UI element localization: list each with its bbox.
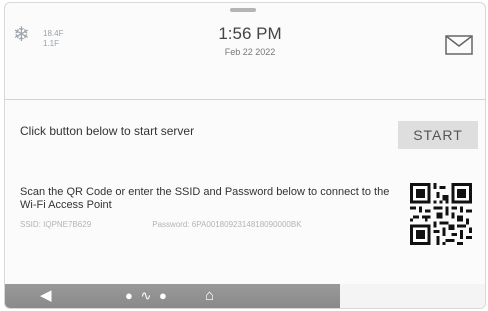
ssid-text: SSID: IQPNE7B629 (20, 220, 92, 229)
weather-temps: 18.4F 1.1F (43, 29, 63, 49)
qr-code (410, 183, 472, 245)
date-display: Feb 22 2022 (224, 47, 276, 57)
snowflake-icon: ❄ (13, 24, 30, 46)
back-arrow-icon[interactable]: ◀ (40, 284, 52, 308)
weather-widget[interactable]: ❄ 18.4F 1.1F (13, 25, 83, 55)
nav-strip: ◀ ● ∿ ● ⌂ (5, 284, 340, 308)
security-icon[interactable]: ● ∿ ● (125, 284, 169, 308)
qr-instructions: Scan the QR Code or enter the SSID and P… (20, 186, 390, 211)
start-server-prompt: Click button below to start server (20, 124, 195, 138)
home-icon[interactable]: ⌂ (205, 284, 214, 308)
temp-low: 1.1F (43, 39, 60, 48)
temp-high: 18.4F (43, 29, 64, 38)
bottom-nav-bar: ◀ ● ∿ ● ⌂ (5, 284, 485, 308)
device-screen: ❄ 18.4F 1.1F 1:56 PM Feb 22 2022 Click b… (4, 2, 486, 309)
envelope-icon[interactable] (445, 35, 473, 55)
header-divider (5, 99, 485, 100)
start-button[interactable]: START (398, 121, 478, 149)
password-text: Password: 6PA0018092314818090000BK (152, 220, 302, 229)
credentials-line: SSID: IQPNE7B629 Password: 6PA0018092314… (20, 220, 302, 229)
pull-down-handle[interactable] (230, 8, 256, 12)
time-display: 1:56 PM (218, 24, 282, 43)
clock: 1:56 PM Feb 22 2022 (195, 24, 305, 58)
